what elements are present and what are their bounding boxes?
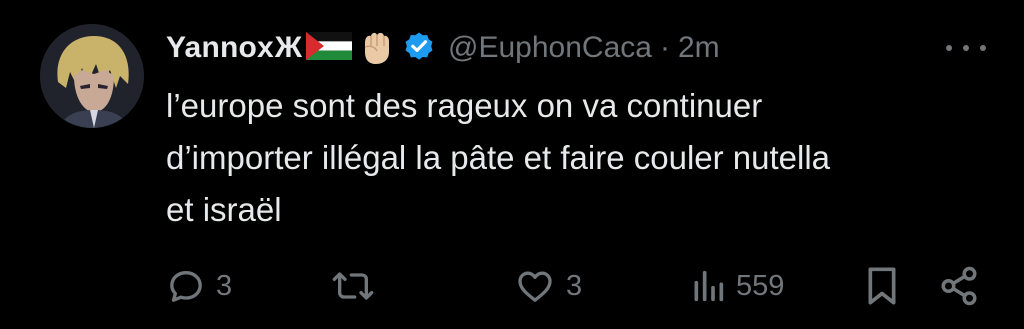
like-count: 3 <box>566 269 583 302</box>
raised-fist-icon <box>356 26 396 71</box>
verified-badge-icon[interactable] <box>402 29 436 68</box>
more-dot <box>980 45 986 51</box>
tweet-text-line: d’importer illégal la pâte et faire coul… <box>166 139 831 176</box>
retweet-icon <box>330 266 376 306</box>
heart-icon <box>514 266 556 306</box>
like-button[interactable]: 3 <box>514 256 582 316</box>
tweet-header: Yannox Ж @EuphonCaca · 2m <box>166 26 720 70</box>
more-icon[interactable] <box>946 36 986 60</box>
tweet-text-line: l’europe sont des rageux on va continuer <box>166 87 763 124</box>
bookmark-button[interactable] <box>862 256 902 316</box>
palestine-flag-icon <box>306 31 353 65</box>
user-handle[interactable]: @EuphonCaca <box>448 31 652 65</box>
action-bar: 3 3 559 <box>0 256 1024 316</box>
separator-dot: · <box>659 31 670 64</box>
name-symbol: Ж <box>274 31 303 64</box>
reply-icon <box>166 266 206 306</box>
tweet[interactable]: Yannox Ж @EuphonCaca · 2m l’europe sont … <box>0 0 1024 329</box>
views-icon <box>690 266 726 306</box>
bookmark-icon <box>862 264 902 308</box>
display-name[interactable]: Yannox <box>166 31 274 65</box>
reply-count: 3 <box>216 269 233 302</box>
more-dot <box>963 45 969 51</box>
reply-button[interactable]: 3 <box>166 256 232 316</box>
views-count: 559 <box>736 269 785 302</box>
avatar[interactable] <box>40 24 144 128</box>
timestamp[interactable]: 2m <box>678 31 720 65</box>
share-icon <box>938 265 980 307</box>
views-button[interactable]: 559 <box>690 256 784 316</box>
more-dot <box>946 45 952 51</box>
retweet-button[interactable] <box>330 256 386 316</box>
tweet-text: l’europe sont des rageux on va continuer… <box>166 80 996 236</box>
tweet-text-line: et israël <box>166 191 282 228</box>
share-button[interactable] <box>938 256 980 316</box>
